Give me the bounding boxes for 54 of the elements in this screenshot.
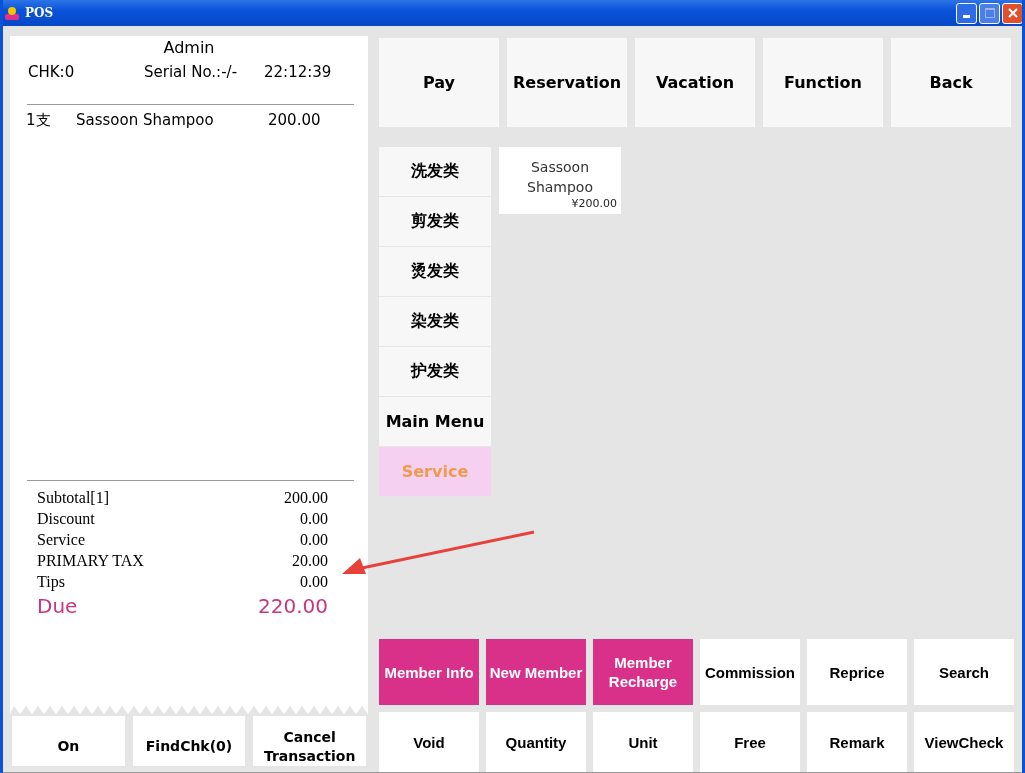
item-quantity: 1支 <box>26 111 52 130</box>
serial-number: Serial No.:-/- <box>144 63 239 81</box>
top-menu-button[interactable]: Function <box>763 38 883 127</box>
receipt-action-button[interactable]: On <box>12 716 125 766</box>
total-label: Subtotal[1] <box>37 488 109 508</box>
action-button[interactable]: New Member <box>486 639 586 705</box>
total-value: 0.00 <box>300 572 328 592</box>
total-label: Service <box>37 530 85 550</box>
due-label: Due <box>37 593 78 620</box>
action-button[interactable]: Commission <box>700 639 800 705</box>
top-menu-button[interactable]: Back <box>891 38 1011 127</box>
top-menu-button[interactable]: Vacation <box>635 38 755 127</box>
item-name: Sassoon Shampoo <box>76 111 215 130</box>
time-text: 22:12:39 <box>264 63 332 81</box>
total-value: 0.00 <box>300 530 328 550</box>
action-button[interactable]: Free <box>700 712 800 772</box>
minimize-icon <box>963 14 970 18</box>
top-menu-button[interactable]: Reservation <box>507 38 627 127</box>
category-button[interactable]: 护发类 <box>379 347 491 397</box>
total-label: Tips <box>37 572 65 592</box>
category-button[interactable]: 洗发类 <box>379 147 491 197</box>
minimize-button[interactable] <box>956 2 977 24</box>
total-value: 20.00 <box>292 551 328 571</box>
top-menu-button[interactable]: Pay <box>379 38 499 127</box>
action-button[interactable]: Member Recharge <box>593 639 693 705</box>
action-button[interactable]: Member Info <box>379 639 479 705</box>
product-tile[interactable]: Sassoon Shampoo ¥200.00 <box>499 147 621 214</box>
check-number: CHK:0 <box>28 63 76 81</box>
item-amount: 200.00 <box>268 111 321 130</box>
due-value: 220.00 <box>258 593 328 620</box>
close-icon <box>1006 7 1019 19</box>
maximize-button[interactable] <box>979 2 1000 24</box>
app-icon <box>4 5 20 21</box>
total-label: PRIMARY TAX <box>37 551 144 571</box>
receipt-action-button[interactable]: FindChk(0) <box>132 716 246 766</box>
action-button[interactable]: Reprice <box>807 639 907 705</box>
action-button[interactable]: Remark <box>807 712 907 772</box>
close-button[interactable] <box>1002 2 1022 24</box>
category-button[interactable]: 染发类 <box>379 297 491 347</box>
category-button[interactable]: 烫发类 <box>379 247 491 297</box>
total-label: Discount <box>37 509 95 529</box>
window-title: POS <box>25 6 54 20</box>
total-value: 200.00 <box>284 488 328 508</box>
category-button[interactable]: Main Menu <box>379 397 491 447</box>
action-button[interactable]: Quantity <box>486 712 586 772</box>
total-value: 0.00 <box>300 509 328 529</box>
action-button[interactable]: Unit <box>593 712 693 772</box>
action-button[interactable]: Void <box>379 712 479 772</box>
category-button[interactable]: 剪发类 <box>379 197 491 247</box>
action-button[interactable]: ViewCheck <box>914 712 1014 772</box>
receipt-action-button[interactable]: Cancel Transaction <box>253 716 366 766</box>
operator-name: Admin <box>162 38 216 57</box>
action-button[interactable]: Search <box>914 639 1014 705</box>
maximize-icon <box>984 8 995 18</box>
